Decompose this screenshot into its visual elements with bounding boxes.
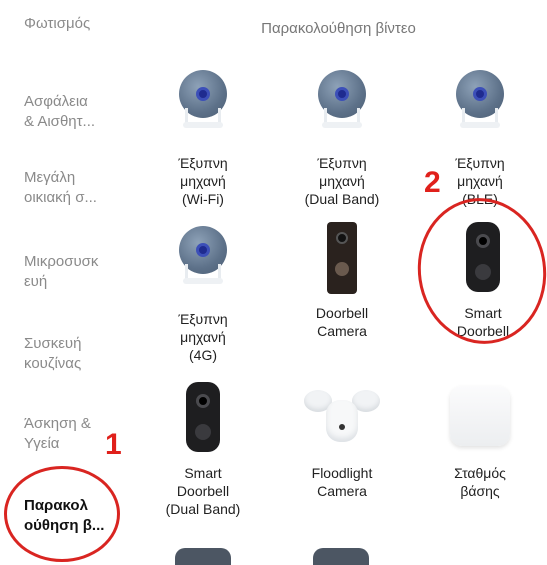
floodlight-camera-icon xyxy=(304,386,380,444)
device-tile-partial[interactable] xyxy=(313,548,369,565)
camera-icon xyxy=(456,70,504,134)
device-tile-partial[interactable] xyxy=(175,548,231,565)
device-tile-doorbell-camera[interactable]: Doorbell Camera xyxy=(280,218,404,340)
device-tile-camera-wifi[interactable]: Έξυπνη μηχανή (Wi-Fi) xyxy=(141,68,265,208)
device-tile-base-station[interactable]: Σταθμός βάσης xyxy=(418,378,542,500)
sidebar-item-small-appliances[interactable]: Μικροσυσκ ευή xyxy=(24,252,124,292)
device-label: Smart Doorbell (Dual Band) xyxy=(165,465,241,517)
device-tile-camera-4g[interactable]: Έξυπνη μηχανή (4G) xyxy=(141,224,265,364)
device-tile-smart-doorbell-dual-band[interactable]: Smart Doorbell (Dual Band) xyxy=(141,378,265,518)
device-label: Έξυπνη μηχανή (Wi-Fi) xyxy=(178,155,228,207)
annotation-circle-sidebar xyxy=(4,466,120,562)
sidebar-item-large-appliances[interactable]: Μεγάλη οικιακή σ... xyxy=(24,168,124,208)
annotation-number-1: 1 xyxy=(105,428,122,461)
smart-doorbell-icon xyxy=(186,382,220,452)
doorbell-camera-icon xyxy=(327,222,357,294)
device-tile-camera-dual-band[interactable]: Έξυπνη μηχανή (Dual Band) xyxy=(280,68,404,208)
device-label: Doorbell Camera xyxy=(315,305,369,339)
camera-icon xyxy=(179,226,227,290)
section-title: Παρακολούθηση βίντεο xyxy=(261,20,416,37)
device-label: Floodlight Camera xyxy=(311,465,373,499)
device-label: Έξυπνη μηχανή (4G) xyxy=(178,311,228,363)
device-tile-floodlight-camera[interactable]: Floodlight Camera xyxy=(280,378,404,500)
base-station-icon xyxy=(450,386,510,446)
sidebar-item-security-sensors[interactable]: Ασφάλεια & Αισθητ... xyxy=(24,92,124,132)
device-label: Έξυπνη μηχανή (Dual Band) xyxy=(304,155,380,207)
sidebar-item-lighting[interactable]: Φωτισμός xyxy=(24,14,124,34)
camera-icon xyxy=(179,70,227,134)
annotation-number-2: 2 xyxy=(424,166,441,199)
camera-icon xyxy=(318,70,366,134)
sidebar-item-kitchen[interactable]: Συσκευή κουζίνας xyxy=(24,334,124,374)
device-label: Σταθμός βάσης xyxy=(454,465,506,499)
